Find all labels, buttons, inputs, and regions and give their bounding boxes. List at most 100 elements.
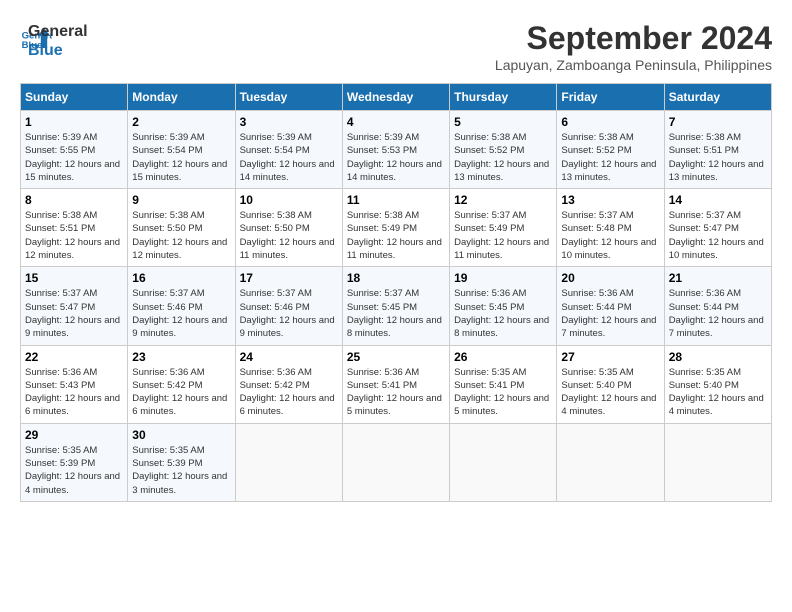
day-cell [450,423,557,501]
day-detail: Sunrise: 5:37 AMSunset: 5:48 PMDaylight:… [561,210,656,261]
day-cell: 10 Sunrise: 5:38 AMSunset: 5:50 PMDaylig… [235,189,342,267]
week-row-3: 15 Sunrise: 5:37 AMSunset: 5:47 PMDaylig… [21,267,772,345]
day-detail: Sunrise: 5:36 AMSunset: 5:43 PMDaylight:… [25,367,120,418]
day-number: 17 [240,271,338,285]
day-number: 13 [561,193,659,207]
day-number: 26 [454,350,552,364]
day-cell: 3 Sunrise: 5:39 AMSunset: 5:54 PMDayligh… [235,111,342,189]
day-cell: 23 Sunrise: 5:36 AMSunset: 5:42 PMDaylig… [128,345,235,423]
day-cell: 24 Sunrise: 5:36 AMSunset: 5:42 PMDaylig… [235,345,342,423]
title-area: September 2024 Lapuyan, Zamboanga Penins… [495,20,772,73]
day-cell: 7 Sunrise: 5:38 AMSunset: 5:51 PMDayligh… [664,111,771,189]
day-number: 10 [240,193,338,207]
day-detail: Sunrise: 5:35 AMSunset: 5:40 PMDaylight:… [561,367,656,418]
day-detail: Sunrise: 5:38 AMSunset: 5:51 PMDaylight:… [25,210,120,261]
col-header-wednesday: Wednesday [342,84,449,111]
day-cell: 5 Sunrise: 5:38 AMSunset: 5:52 PMDayligh… [450,111,557,189]
day-number: 23 [132,350,230,364]
calendar-body: 1 Sunrise: 5:39 AMSunset: 5:55 PMDayligh… [21,111,772,502]
day-number: 3 [240,115,338,129]
col-header-friday: Friday [557,84,664,111]
day-number: 12 [454,193,552,207]
day-number: 14 [669,193,767,207]
day-number: 4 [347,115,445,129]
day-cell: 9 Sunrise: 5:38 AMSunset: 5:50 PMDayligh… [128,189,235,267]
day-number: 19 [454,271,552,285]
day-cell: 26 Sunrise: 5:35 AMSunset: 5:41 PMDaylig… [450,345,557,423]
col-header-thursday: Thursday [450,84,557,111]
day-detail: Sunrise: 5:38 AMSunset: 5:50 PMDaylight:… [240,210,335,261]
week-row-2: 8 Sunrise: 5:38 AMSunset: 5:51 PMDayligh… [21,189,772,267]
day-cell: 1 Sunrise: 5:39 AMSunset: 5:55 PMDayligh… [21,111,128,189]
week-row-1: 1 Sunrise: 5:39 AMSunset: 5:55 PMDayligh… [21,111,772,189]
day-number: 8 [25,193,123,207]
day-cell: 18 Sunrise: 5:37 AMSunset: 5:45 PMDaylig… [342,267,449,345]
day-cell: 27 Sunrise: 5:35 AMSunset: 5:40 PMDaylig… [557,345,664,423]
day-cell: 17 Sunrise: 5:37 AMSunset: 5:46 PMDaylig… [235,267,342,345]
col-header-sunday: Sunday [21,84,128,111]
day-cell: 19 Sunrise: 5:36 AMSunset: 5:45 PMDaylig… [450,267,557,345]
day-detail: Sunrise: 5:36 AMSunset: 5:45 PMDaylight:… [454,288,549,339]
day-detail: Sunrise: 5:35 AMSunset: 5:40 PMDaylight:… [669,367,764,418]
day-cell: 4 Sunrise: 5:39 AMSunset: 5:53 PMDayligh… [342,111,449,189]
month-title: September 2024 [495,20,772,57]
day-detail: Sunrise: 5:36 AMSunset: 5:42 PMDaylight:… [132,367,227,418]
day-detail: Sunrise: 5:37 AMSunset: 5:47 PMDaylight:… [25,288,120,339]
day-detail: Sunrise: 5:38 AMSunset: 5:50 PMDaylight:… [132,210,227,261]
day-cell: 16 Sunrise: 5:37 AMSunset: 5:46 PMDaylig… [128,267,235,345]
day-cell [557,423,664,501]
header-row: SundayMondayTuesdayWednesdayThursdayFrid… [21,84,772,111]
day-cell [342,423,449,501]
day-detail: Sunrise: 5:36 AMSunset: 5:44 PMDaylight:… [669,288,764,339]
day-detail: Sunrise: 5:39 AMSunset: 5:54 PMDaylight:… [240,132,335,183]
day-number: 15 [25,271,123,285]
day-detail: Sunrise: 5:35 AMSunset: 5:39 PMDaylight:… [132,445,227,496]
calendar-header: SundayMondayTuesdayWednesdayThursdayFrid… [21,84,772,111]
day-number: 27 [561,350,659,364]
day-detail: Sunrise: 5:39 AMSunset: 5:54 PMDaylight:… [132,132,227,183]
col-header-monday: Monday [128,84,235,111]
day-cell: 13 Sunrise: 5:37 AMSunset: 5:48 PMDaylig… [557,189,664,267]
col-header-tuesday: Tuesday [235,84,342,111]
calendar-table: SundayMondayTuesdayWednesdayThursdayFrid… [20,83,772,502]
day-cell: 14 Sunrise: 5:37 AMSunset: 5:47 PMDaylig… [664,189,771,267]
day-number: 11 [347,193,445,207]
day-detail: Sunrise: 5:36 AMSunset: 5:44 PMDaylight:… [561,288,656,339]
day-detail: Sunrise: 5:38 AMSunset: 5:51 PMDaylight:… [669,132,764,183]
day-number: 22 [25,350,123,364]
day-number: 29 [25,428,123,442]
day-number: 24 [240,350,338,364]
location: Lapuyan, Zamboanga Peninsula, Philippine… [495,57,772,73]
day-detail: Sunrise: 5:38 AMSunset: 5:49 PMDaylight:… [347,210,442,261]
day-cell: 6 Sunrise: 5:38 AMSunset: 5:52 PMDayligh… [557,111,664,189]
day-cell: 21 Sunrise: 5:36 AMSunset: 5:44 PMDaylig… [664,267,771,345]
day-detail: Sunrise: 5:38 AMSunset: 5:52 PMDaylight:… [454,132,549,183]
day-number: 9 [132,193,230,207]
day-number: 7 [669,115,767,129]
col-header-saturday: Saturday [664,84,771,111]
day-cell [235,423,342,501]
day-number: 5 [454,115,552,129]
day-detail: Sunrise: 5:35 AMSunset: 5:41 PMDaylight:… [454,367,549,418]
logo: General Blue General Blue [20,20,88,60]
day-number: 16 [132,271,230,285]
day-detail: Sunrise: 5:36 AMSunset: 5:42 PMDaylight:… [240,367,335,418]
day-number: 28 [669,350,767,364]
day-cell: 22 Sunrise: 5:36 AMSunset: 5:43 PMDaylig… [21,345,128,423]
week-row-5: 29 Sunrise: 5:35 AMSunset: 5:39 PMDaylig… [21,423,772,501]
day-number: 6 [561,115,659,129]
day-cell: 8 Sunrise: 5:38 AMSunset: 5:51 PMDayligh… [21,189,128,267]
day-detail: Sunrise: 5:37 AMSunset: 5:46 PMDaylight:… [132,288,227,339]
day-detail: Sunrise: 5:39 AMSunset: 5:53 PMDaylight:… [347,132,442,183]
day-cell: 30 Sunrise: 5:35 AMSunset: 5:39 PMDaylig… [128,423,235,501]
page-header: General Blue General Blue September 2024… [20,20,772,73]
day-cell: 15 Sunrise: 5:37 AMSunset: 5:47 PMDaylig… [21,267,128,345]
day-detail: Sunrise: 5:39 AMSunset: 5:55 PMDaylight:… [25,132,120,183]
day-detail: Sunrise: 5:37 AMSunset: 5:47 PMDaylight:… [669,210,764,261]
day-cell: 11 Sunrise: 5:38 AMSunset: 5:49 PMDaylig… [342,189,449,267]
day-detail: Sunrise: 5:37 AMSunset: 5:45 PMDaylight:… [347,288,442,339]
logo-text-line1: General [28,22,88,41]
day-number: 1 [25,115,123,129]
day-detail: Sunrise: 5:38 AMSunset: 5:52 PMDaylight:… [561,132,656,183]
day-number: 21 [669,271,767,285]
